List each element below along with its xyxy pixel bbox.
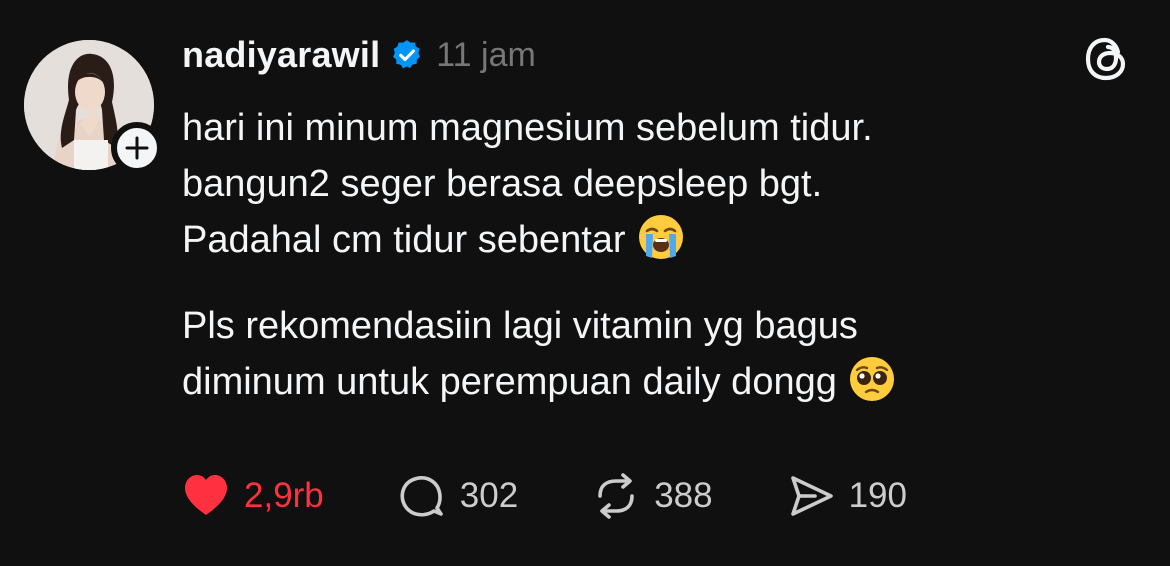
repost-count: 388	[654, 476, 713, 515]
verified-badge-icon	[393, 40, 421, 69]
follow-button[interactable]	[111, 122, 163, 174]
share-button[interactable]: 190	[785, 470, 907, 522]
plus-icon	[125, 136, 149, 160]
loudly-crying-face-icon	[638, 215, 683, 259]
reply-count: 302	[459, 476, 519, 515]
heart-icon	[185, 475, 227, 515]
like-button[interactable]: 2,9rb	[180, 470, 324, 522]
post-text-1: hari ini minum magnesium sebelum tidur. …	[182, 107, 873, 261]
share-count: 190	[848, 476, 907, 515]
comment-icon	[400, 476, 443, 517]
repost-button[interactable]: 388	[590, 470, 713, 522]
post-header: nadiyarawil 11 jam	[182, 30, 536, 80]
post-text-2: Pls rekomendasiin lagi vitamin yg bagus …	[182, 305, 858, 403]
post-paragraph-2: Pls rekomendasiin lagi vitamin yg bagus …	[182, 298, 1142, 410]
post-body: hari ini minum magnesium sebelum tidur. …	[182, 100, 1142, 410]
share-icon	[790, 476, 833, 516]
repost-icon	[598, 473, 634, 519]
like-count: 2,9rb	[244, 476, 324, 515]
pleading-face-icon	[849, 357, 894, 401]
reply-button[interactable]: 302	[396, 470, 518, 522]
post-paragraph-1: hari ini minum magnesium sebelum tidur. …	[182, 100, 1142, 268]
action-bar: 2,9rb 302 388 190	[180, 470, 907, 522]
avatar-wrap	[24, 40, 163, 174]
username[interactable]: nadiyarawil	[182, 34, 380, 76]
post-time: 11 jam	[436, 35, 536, 74]
threads-logo-icon[interactable]	[1082, 34, 1132, 84]
